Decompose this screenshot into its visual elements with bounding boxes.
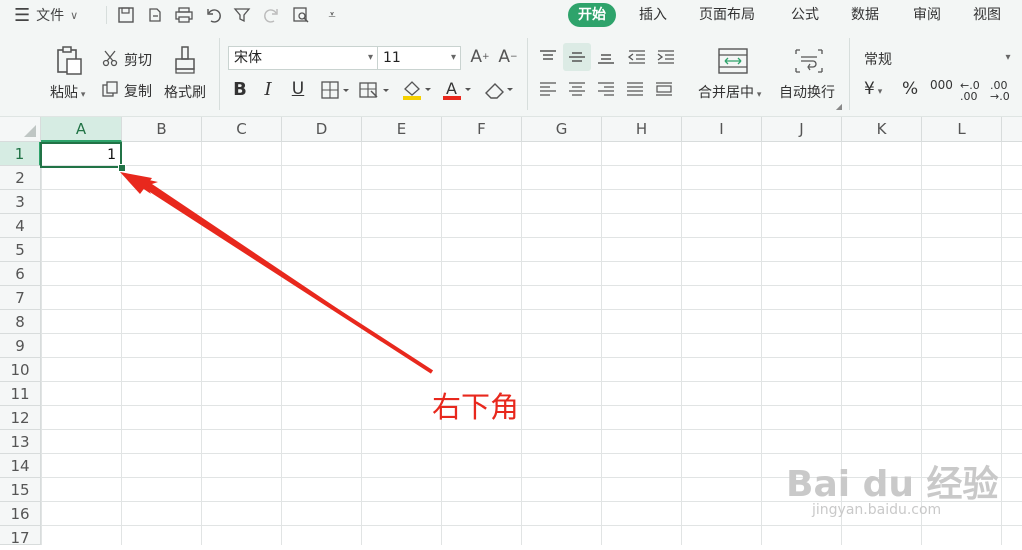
annotation-label: 右下角 (432, 390, 520, 424)
watermark-logo: Bai du 经验 (786, 464, 999, 505)
watermark-url: jingyan.baidu.com (812, 502, 942, 518)
